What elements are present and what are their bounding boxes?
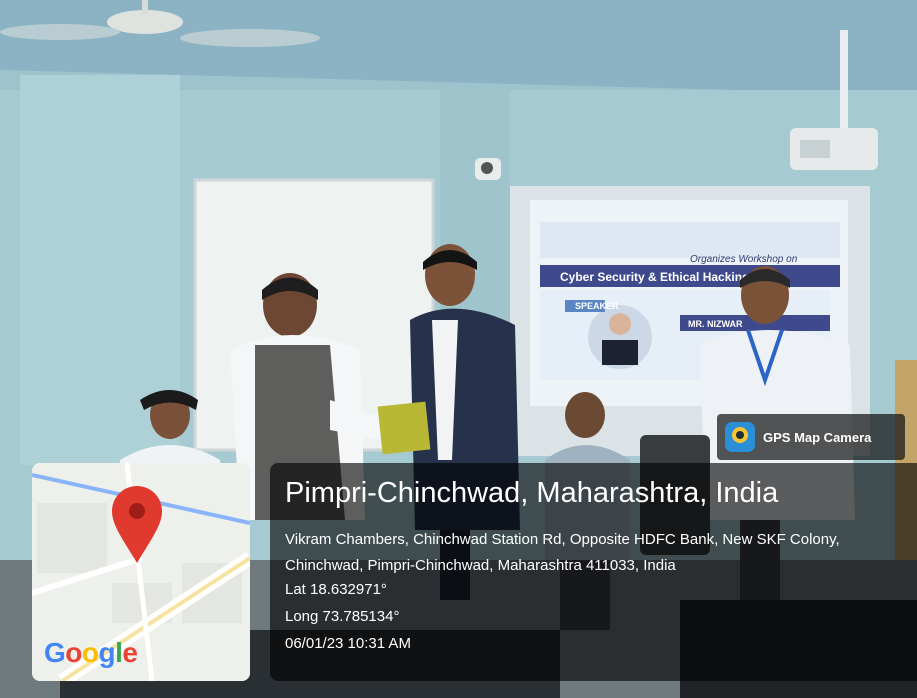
gps-map-camera-badge: GPS Map Camera [717,414,905,460]
place-title: Pimpri-Chinchwad, Maharashtra, India [285,477,779,509]
gps-camera-app-icon [725,422,755,452]
cctv-camera-icon [475,158,501,180]
latitude-text: Lat 18.632971° [285,581,387,598]
google-logo: Google [44,637,138,668]
longitude-text: Long 73.785134° [285,608,400,625]
datetime-text: 06/01/23 10:31 AM [285,635,411,652]
address-text: Vikram Chambers, Chinchwad Station Rd, O… [285,531,840,574]
slide-text-speaker: SPEAKER [575,301,619,311]
slide-text-title: Cyber Security & Ethical Hacking [560,270,749,284]
slide-text-name: MR. NIZWAR [688,319,743,329]
app-label: GPS Map Camera [763,429,872,445]
location-info-panel: Pimpri-Chinchwad, Maharashtra, India Vik… [270,463,917,681]
book [377,401,431,455]
slide-text-organizes: Organizes Workshop on [690,254,798,265]
map-thumbnail: Google [32,463,250,681]
map-block [37,503,107,573]
